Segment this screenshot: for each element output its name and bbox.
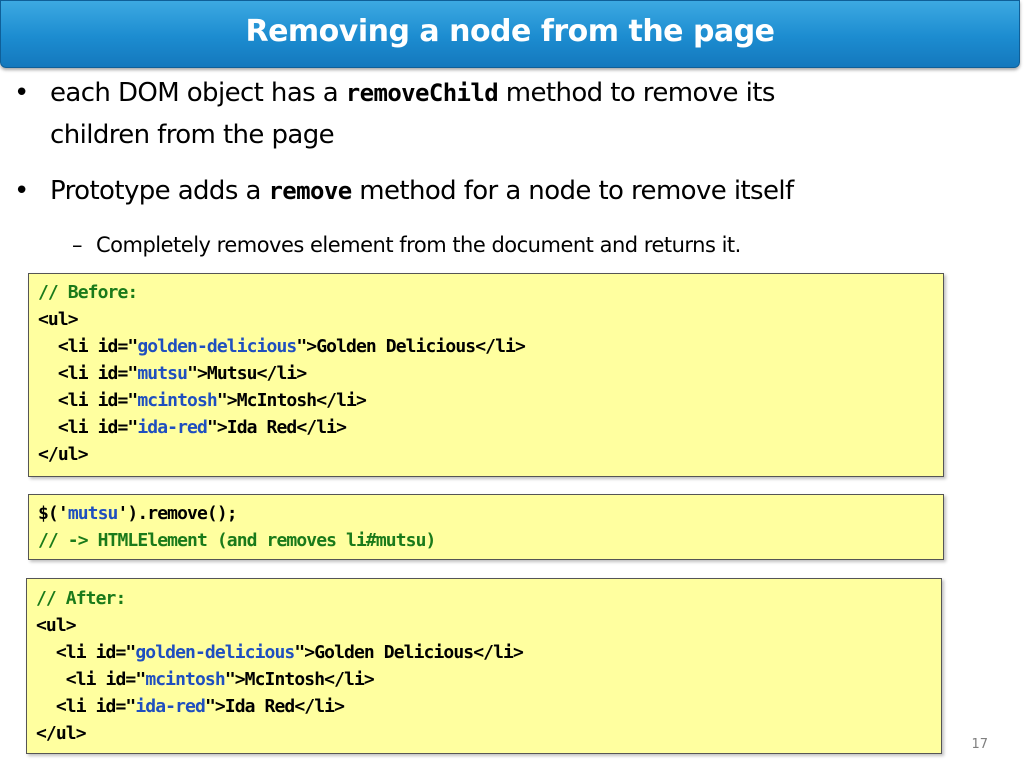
code-line-ul-open: <ul>: [38, 309, 79, 330]
code-token: ').remove();: [117, 503, 238, 524]
bullet-text-line1: each DOM object has a removeChild method…: [50, 78, 775, 108]
code-token: ">McIntosh</li>: [216, 390, 367, 411]
code-line-li: <li id="ida-red">Ida Red</li>: [36, 696, 345, 718]
page-number: 17: [971, 737, 988, 752]
code-line-ul-open: <ul>: [36, 615, 77, 636]
code-token: <li id=": [38, 363, 138, 384]
bullet-text-line2: children from the page: [50, 120, 335, 150]
code-token: ">Golden Delicious</li>: [296, 336, 525, 357]
code-box-before: // Before: <ul> <li id="golden-delicious…: [28, 273, 944, 477]
code-comment: // -> HTMLElement (and removes li#mutsu): [38, 530, 436, 551]
code-string: mcintosh: [145, 669, 225, 690]
code-line-li: <li id="mcintosh">McIntosh</li>: [36, 669, 375, 691]
code-token: ">Ida Red</li>: [206, 417, 347, 438]
bullet-code: remove: [268, 177, 352, 205]
code-line-ul-close: </ul>: [38, 444, 89, 465]
bullet-text-pre: Prototype adds a: [50, 176, 269, 206]
code-box-call: $('mutsu').remove(); // -> HTMLElement (…: [28, 494, 944, 560]
code-line-call: $('mutsu').remove();: [38, 503, 238, 525]
code-line-li: <li id="golden-delicious">Golden Delicio…: [36, 642, 524, 664]
bullet-text-post: method for a node to remove itself: [351, 176, 794, 206]
code-line-li: <li id="ida-red">Ida Red</li>: [38, 417, 347, 439]
code-string: golden-delicious: [137, 336, 297, 357]
code-string: mutsu: [137, 363, 188, 384]
bullet-text-line1: Prototype adds a remove method for a nod…: [50, 176, 794, 206]
sub-bullet-marker: –: [72, 233, 83, 257]
code-token: ">Mutsu</li>: [187, 363, 307, 384]
code-token: $(': [38, 503, 69, 524]
bullet-code: removeChild: [345, 79, 499, 107]
slide: Removing a node from the page • each DOM…: [0, 0, 1024, 768]
code-token: <li id=": [36, 669, 146, 690]
code-line-li: <li id="golden-delicious">Golden Delicio…: [38, 336, 526, 358]
code-string: ida-red: [137, 417, 207, 438]
code-token: ">McIntosh</li>: [224, 669, 375, 690]
code-token: <li id=": [38, 336, 138, 357]
code-string: mcintosh: [137, 390, 217, 411]
code-comment: // Before:: [38, 282, 138, 303]
bullet-marker: •: [14, 176, 30, 206]
code-line-li: <li id="mcintosh">McIntosh</li>: [38, 390, 367, 412]
code-token: <li id=": [38, 390, 138, 411]
code-box-after: // After: <ul> <li id="golden-delicious"…: [26, 578, 942, 754]
title-bar: Removing a node from the page: [0, 0, 1020, 68]
code-line-li: <li id="mutsu">Mutsu</li>: [38, 363, 307, 385]
code-token: <li id=": [36, 642, 136, 663]
bullet-marker: •: [14, 78, 30, 108]
slide-title: Removing a node from the page: [245, 14, 775, 49]
code-string: golden-delicious: [135, 642, 295, 663]
code-token: ">Ida Red</li>: [204, 696, 345, 717]
code-token: <li id=": [38, 417, 138, 438]
bullet-text-pre: each DOM object has a: [50, 78, 346, 108]
code-line-ul-close: </ul>: [36, 723, 87, 744]
bullet-text-post: method to remove its: [498, 78, 776, 108]
sub-bullet-text: Completely removes element from the docu…: [96, 233, 741, 257]
code-token: ">Golden Delicious</li>: [294, 642, 523, 663]
code-string: ida-red: [135, 696, 205, 717]
code-comment: // After:: [36, 588, 126, 609]
code-token: <li id=": [36, 696, 136, 717]
code-string: mutsu: [67, 503, 119, 524]
